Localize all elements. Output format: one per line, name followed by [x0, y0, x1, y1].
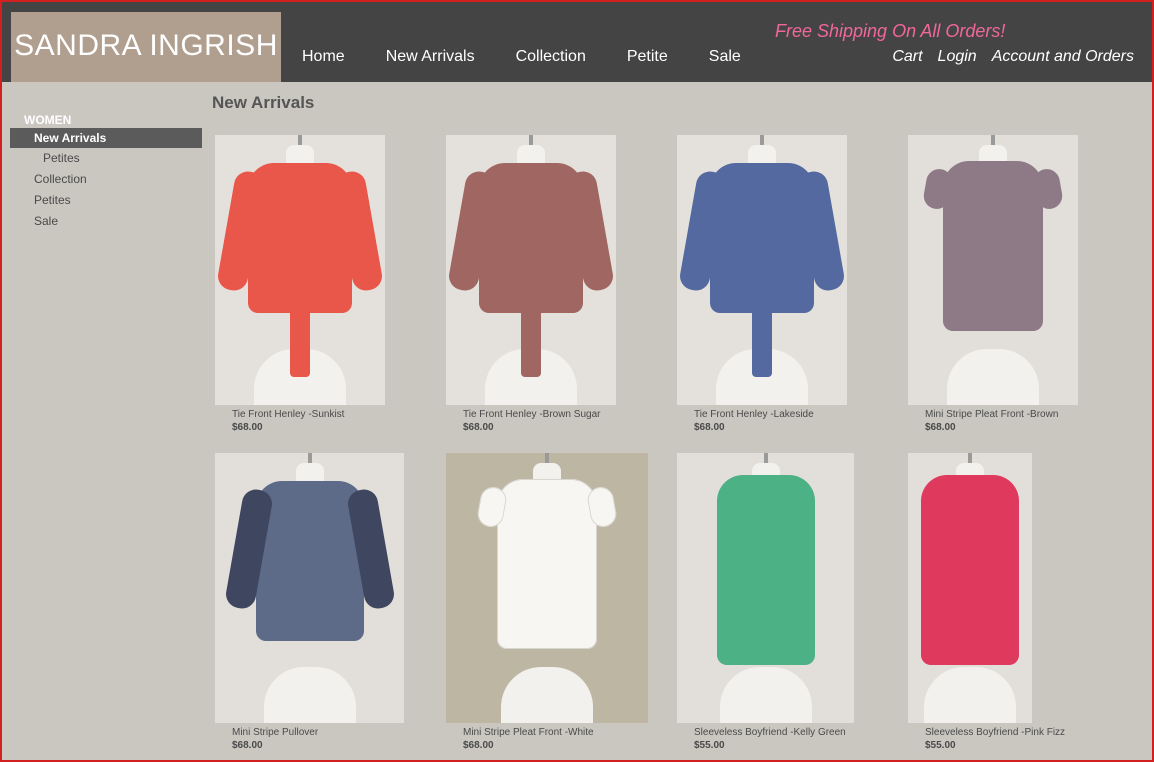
product-card[interactable]: Mini Stripe Pleat Front -Brown $68.00: [908, 135, 1128, 435]
product-price: $55.00: [694, 740, 725, 751]
mannequin-hips: [263, 667, 356, 723]
nav-collection[interactable]: Collection: [516, 48, 586, 70]
product-name[interactable]: Tie Front Henley -Sunkist: [215, 408, 435, 421]
product-name[interactable]: Tie Front Henley -Brown Sugar: [446, 408, 666, 421]
cart-link[interactable]: Cart: [892, 48, 922, 66]
product-name[interactable]: Mini Stripe Pullover: [215, 726, 435, 739]
product-price: $55.00: [925, 740, 956, 751]
product-price: $68.00: [463, 422, 494, 433]
garment-tie: [752, 307, 772, 377]
product-name[interactable]: Sleeveless Boyfriend -Kelly Green: [677, 726, 897, 739]
product-name[interactable]: Mini Stripe Pleat Front -Brown: [908, 408, 1128, 421]
product-image[interactable]: [677, 453, 854, 723]
product-card[interactable]: Mini Stripe Pullover $68.00: [215, 453, 435, 753]
product-image[interactable]: [215, 135, 385, 405]
garment-shape: [716, 475, 815, 665]
product-image[interactable]: [677, 135, 847, 405]
product-image[interactable]: [446, 135, 616, 405]
product-card[interactable]: Tie Front Henley -Brown Sugar $68.00: [446, 135, 666, 435]
sidebar-item-new-arrivals[interactable]: New Arrivals: [10, 128, 202, 148]
account-orders-link[interactable]: Account and Orders: [992, 48, 1134, 66]
mannequin-hips: [719, 667, 812, 723]
mannequin-hips: [947, 349, 1039, 405]
mannequin-hips: [924, 667, 1016, 723]
product-card[interactable]: Mini Stripe Pleat Front -White $68.00: [446, 453, 666, 753]
brand-logo[interactable]: SANDRA INGRISH: [11, 12, 281, 82]
nav-petite[interactable]: Petite: [627, 48, 668, 70]
sidebar-item-petites-sub[interactable]: Petites: [10, 148, 202, 169]
free-shipping-banner: Free Shipping On All Orders!: [775, 21, 1006, 41]
sidebar-section-women: WOMEN: [24, 113, 72, 127]
product-price: $68.00: [925, 422, 956, 433]
garment-tie: [521, 307, 541, 377]
product-price: $68.00: [232, 740, 263, 751]
product-image[interactable]: [908, 135, 1078, 405]
category-sidebar: WOMEN New Arrivals Petites Collection Pe…: [10, 112, 202, 232]
product-image[interactable]: [908, 453, 1032, 723]
main-nav: Home New Arrivals Collection Petite Sale: [302, 48, 782, 70]
sidebar-item-sale[interactable]: Sale: [10, 211, 202, 232]
product-image[interactable]: [215, 453, 404, 723]
product-name[interactable]: Mini Stripe Pleat Front -White: [446, 726, 666, 739]
header: SANDRA INGRISH Home New Arrivals Collect…: [2, 2, 1152, 82]
product-price: $68.00: [232, 422, 263, 433]
product-name[interactable]: Sleeveless Boyfriend -Pink Fizz: [908, 726, 1128, 739]
product-card[interactable]: Tie Front Henley -Lakeside $68.00: [677, 135, 897, 435]
garment-shape: [497, 479, 597, 649]
garment-shape: [921, 475, 1019, 665]
brand-logo-text: SANDRA INGRISH: [14, 29, 278, 62]
product-price: $68.00: [463, 740, 494, 751]
nav-new-arrivals[interactable]: New Arrivals: [386, 48, 475, 70]
product-card[interactable]: Sleeveless Boyfriend -Kelly Green $55.00: [677, 453, 897, 753]
page-frame: SANDRA INGRISH Home New Arrivals Collect…: [0, 0, 1154, 762]
nav-home[interactable]: Home: [302, 48, 345, 70]
product-image[interactable]: [446, 453, 648, 723]
login-link[interactable]: Login: [938, 48, 977, 66]
sidebar-item-collection[interactable]: Collection: [10, 169, 202, 190]
user-nav: Cart Login Account and Orders: [877, 48, 1134, 66]
mannequin-hips: [501, 667, 593, 723]
garment-tie: [290, 307, 310, 377]
nav-sale[interactable]: Sale: [709, 48, 741, 70]
garment-shape: [943, 161, 1043, 331]
sidebar-item-petites[interactable]: Petites: [10, 190, 202, 211]
page-title: New Arrivals: [212, 93, 315, 112]
product-card[interactable]: Sleeveless Boyfriend -Pink Fizz $55.00: [908, 453, 1128, 753]
product-price: $68.00: [694, 422, 725, 433]
product-name[interactable]: Tie Front Henley -Lakeside: [677, 408, 897, 421]
product-card[interactable]: Tie Front Henley -Sunkist $68.00: [215, 135, 435, 435]
